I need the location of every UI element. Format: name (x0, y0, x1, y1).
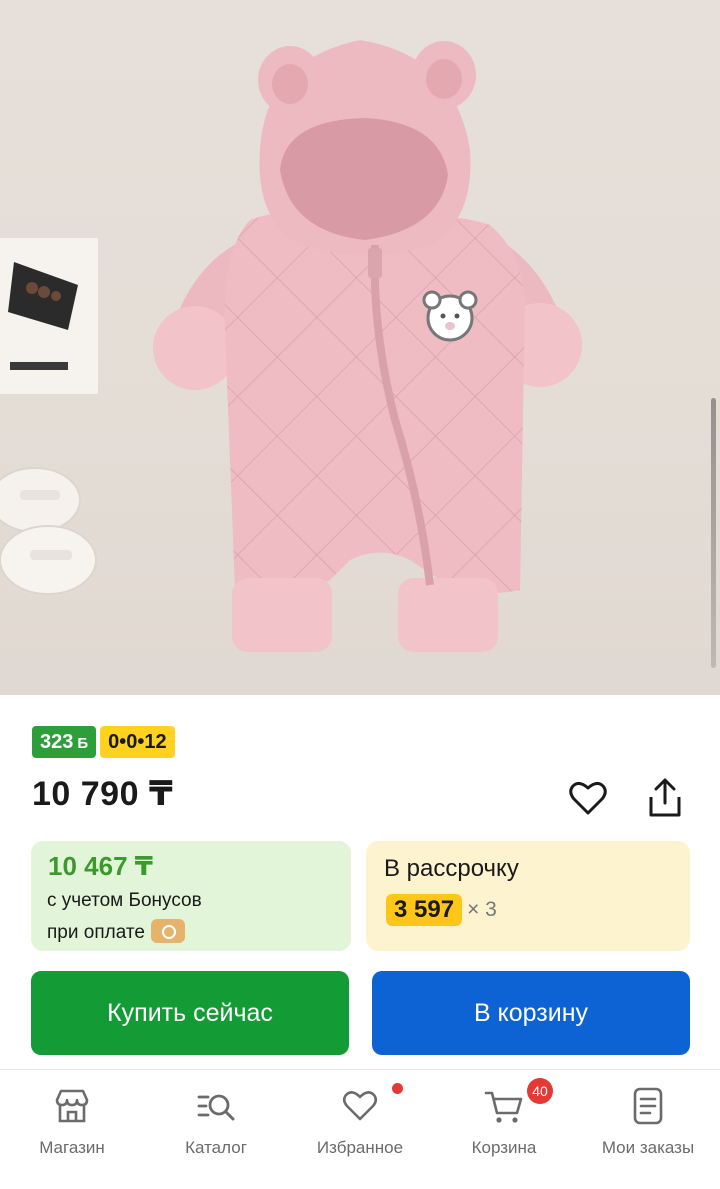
bonus-note-line2: при оплате (47, 919, 185, 944)
share-icon (649, 778, 681, 817)
add-to-cart-button[interactable]: В корзину (372, 971, 690, 1055)
nav-item-catalog[interactable]: Каталог (144, 1070, 288, 1189)
product-image[interactable] (0, 0, 720, 695)
cart-icon (484, 1091, 523, 1123)
cart-count-badge: 40 (527, 1078, 553, 1104)
installment-row: 3 597 × 3 (386, 894, 497, 926)
nav-label-store: Магазин (39, 1138, 105, 1157)
catalog-search-icon (197, 1094, 235, 1121)
buy-now-button[interactable]: Купить сейчас (31, 971, 349, 1055)
tag-card (0, 238, 98, 394)
bonus-badge-value: 323 (40, 731, 74, 753)
product-price: 10 790 ₸ (32, 775, 174, 813)
installment-label: В рассрочку (384, 855, 519, 882)
bonus-note-line1: с учетом Бонусов (47, 890, 202, 911)
heart-icon (569, 781, 607, 815)
bonus-badge-unit: Б (77, 735, 89, 752)
bottom-navigation: Магазин Каталог Избранное 40 Корзина Мои… (0, 1069, 720, 1189)
installment-amount: 3 597 (386, 894, 463, 926)
favorites-notification-dot (392, 1083, 403, 1094)
nav-label-favorites: Избранное (316, 1138, 404, 1157)
share-button[interactable] (643, 776, 687, 820)
favorite-button[interactable] (566, 776, 610, 820)
installment-multiplier: × 3 (467, 898, 497, 921)
image-scroll-indicator (711, 398, 716, 668)
bonus-coin-icon (150, 919, 185, 943)
installment-badge: 0•0•12 (100, 726, 175, 758)
nav-label-cart: Корзина (471, 1138, 537, 1157)
bonus-note-line2-text: при оплате (47, 922, 145, 943)
nav-item-orders[interactable]: Мои заказы (576, 1070, 720, 1189)
nav-item-favorites[interactable]: Избранное (288, 1070, 432, 1189)
installment-card[interactable]: В рассрочку 3 597 × 3 (366, 841, 690, 951)
heart-icon (342, 1091, 378, 1121)
badge-row: 323 Б 0•0•12 (32, 726, 175, 758)
jumpsuit (153, 40, 582, 652)
bonus-badge: 323 Б (32, 726, 97, 758)
nav-item-store[interactable]: Магазин (0, 1070, 144, 1189)
orders-icon (633, 1087, 663, 1125)
nav-item-cart[interactable]: 40 Корзина (432, 1070, 576, 1189)
jumpsuit-illustration (0, 40, 582, 652)
bonus-price: 10 467 ₸ (48, 851, 153, 881)
nav-label-orders: Мои заказы (601, 1138, 695, 1157)
bonus-price-card[interactable]: 10 467 ₸ с учетом Бонусов при оплате (31, 841, 351, 951)
nav-label-catalog: Каталог (185, 1138, 247, 1157)
store-icon (55, 1089, 89, 1123)
baby-shoes (0, 467, 97, 595)
